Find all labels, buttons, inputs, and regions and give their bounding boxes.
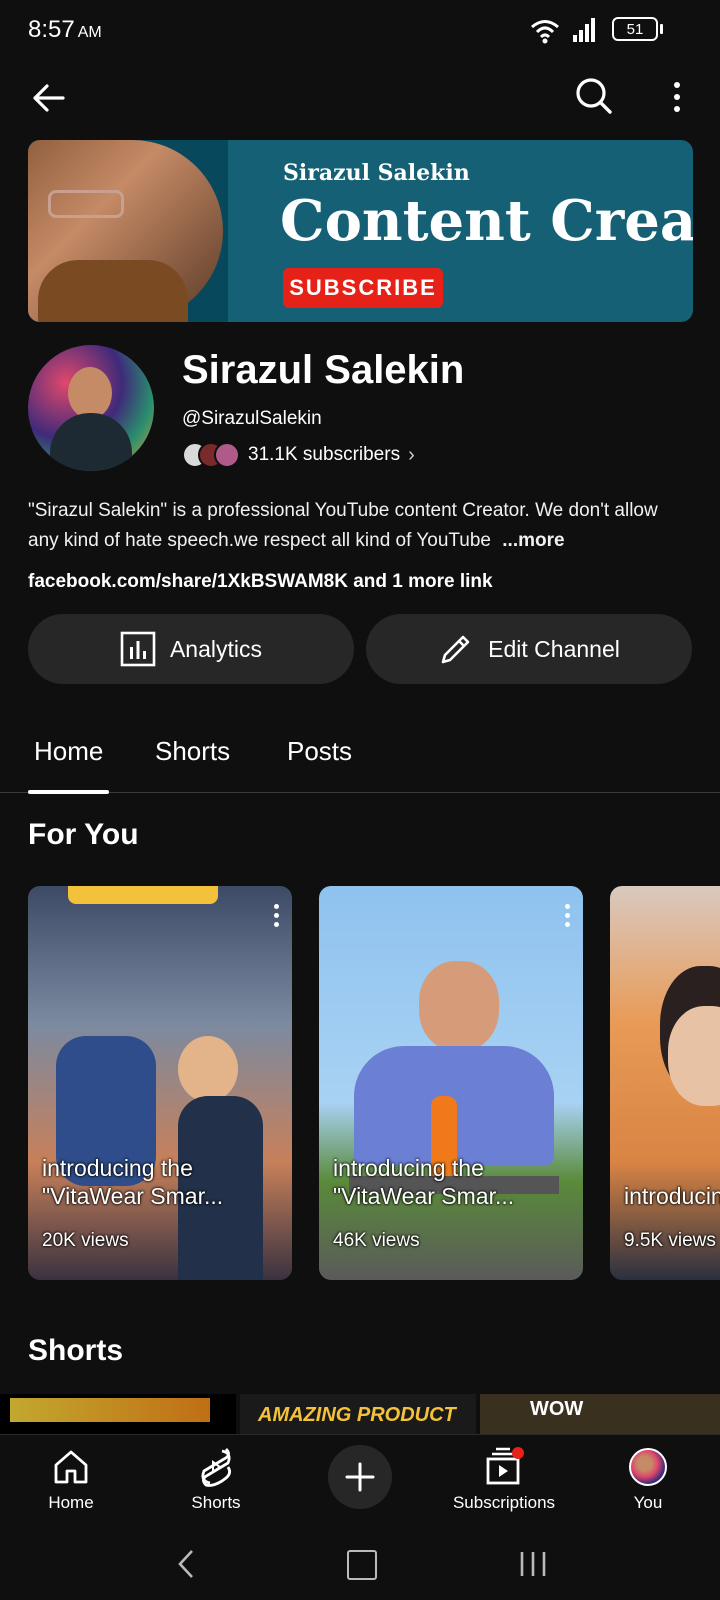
video-title: introducing the "VitaW <box>624 1183 720 1209</box>
plus-icon <box>345 1462 375 1492</box>
edit-channel-label: Edit Channel <box>488 635 620 662</box>
video-card[interactable]: introducing the "VitaWear Smar... 46K vi… <box>319 886 583 1280</box>
create-button[interactable] <box>328 1445 392 1509</box>
video-views: 9.5K views <box>624 1230 716 1251</box>
bottom-navigation: Home Shorts Subscriptions You <box>0 1434 720 1531</box>
nav-home[interactable]: Home <box>11 1445 131 1513</box>
short-thumbnail[interactable]: AMAZING PRODUCT <box>240 1394 476 1434</box>
video-title: introducing the "VitaWear Smar... <box>42 1155 224 1209</box>
system-back-icon[interactable] <box>176 1548 196 1580</box>
short-thumbnail[interactable] <box>0 1394 236 1434</box>
signal-icon <box>573 18 595 42</box>
channel-banner: Sirazul Salekin Content Creat SUBSCRIBE <box>28 140 693 322</box>
nav-you-label: You <box>633 1493 663 1512</box>
short-caption: WOW <box>530 1398 584 1420</box>
channel-links[interactable]: facebook.com/share/1XkBSWAM8K and 1 more… <box>28 571 493 593</box>
thumbnail-badge <box>68 886 218 904</box>
card-menu-icon[interactable] <box>274 904 280 931</box>
video-card[interactable]: introducing the "VitaWear Smar... 20K vi… <box>28 886 292 1280</box>
subscriptions-icon <box>486 1447 524 1485</box>
channel-tabs: Home Shorts Posts <box>0 720 720 794</box>
channel-name: Sirazul Salekin <box>182 348 465 392</box>
shorts-heading: Shorts <box>28 1334 124 1367</box>
banner-title: Sirazul Salekin <box>283 160 470 186</box>
wifi-icon <box>531 20 559 44</box>
video-views: 46K views <box>333 1230 420 1251</box>
nav-subscriptions-label: Subscriptions <box>452 1493 556 1512</box>
banner-photo <box>28 140 228 322</box>
video-title: introducing the "VitaWear Smar... <box>333 1155 515 1209</box>
nav-subscriptions[interactable]: Subscriptions <box>444 1445 564 1513</box>
channel-handle: @SirazulSalekin <box>182 408 322 429</box>
status-time: 8:57 AM <box>28 16 102 43</box>
battery-level: 51 <box>626 20 644 38</box>
status-bar: 8:57 AM 51 <box>0 0 720 60</box>
top-app-bar <box>0 60 720 140</box>
banner-headline: Content Creat <box>280 188 693 254</box>
short-caption: AMAZING PRODUCT <box>258 1404 456 1426</box>
pencil-icon <box>441 635 470 664</box>
for-you-heading: For You <box>28 818 139 851</box>
channel-description[interactable]: "Sirazul Salekin" is a professional YouT… <box>28 496 688 556</box>
shorts-strip: AMAZING PRODUCT WOW <box>0 1394 720 1434</box>
tab-posts[interactable]: Posts <box>287 736 352 767</box>
system-navigation <box>0 1530 720 1600</box>
edit-channel-button[interactable]: Edit Channel <box>366 614 692 684</box>
analytics-label: Analytics <box>169 635 263 662</box>
system-recents-icon[interactable] <box>518 1550 548 1578</box>
analytics-button[interactable]: Analytics <box>28 614 354 684</box>
home-icon <box>54 1450 88 1484</box>
battery-tip <box>660 24 663 34</box>
chevron-right-icon: › <box>408 443 415 466</box>
shorts-icon <box>201 1448 231 1487</box>
banner-subscribe-label: SUBSCRIBE <box>289 275 437 300</box>
nav-shorts-label: Shorts <box>191 1493 241 1512</box>
avatar <box>629 1448 667 1486</box>
channel-avatar[interactable] <box>28 345 154 471</box>
nav-home-label: Home <box>48 1493 94 1512</box>
back-arrow-icon[interactable] <box>30 80 66 116</box>
banner-subscribe-graphic: SUBSCRIBE <box>283 268 443 308</box>
subscriber-avatars <box>182 442 240 468</box>
thumbnail-figure <box>419 961 499 1051</box>
video-views: 20K views <box>42 1230 129 1251</box>
tab-home[interactable]: Home <box>27 736 110 794</box>
video-card[interactable]: introducing the "VitaW 9.5K views <box>610 886 720 1280</box>
nav-you[interactable]: You <box>588 1445 708 1513</box>
tab-shorts[interactable]: Shorts <box>155 736 230 767</box>
subscriber-count: 31.1K subscribers <box>248 444 401 465</box>
short-thumbnail[interactable]: WOW <box>480 1394 720 1434</box>
thumbnail-figure <box>178 1036 238 1102</box>
analytics-icon <box>120 631 156 667</box>
system-home-icon[interactable] <box>347 1550 377 1580</box>
battery-icon: 51 <box>612 17 658 41</box>
search-icon[interactable] <box>574 76 614 116</box>
card-menu-icon[interactable] <box>565 904 571 931</box>
more-link[interactable]: ...more <box>502 530 564 551</box>
nav-shorts[interactable]: Shorts <box>156 1445 276 1513</box>
more-options-icon[interactable] <box>674 82 680 116</box>
subscribers-row[interactable]: 31.1K subscribers › <box>182 442 415 468</box>
